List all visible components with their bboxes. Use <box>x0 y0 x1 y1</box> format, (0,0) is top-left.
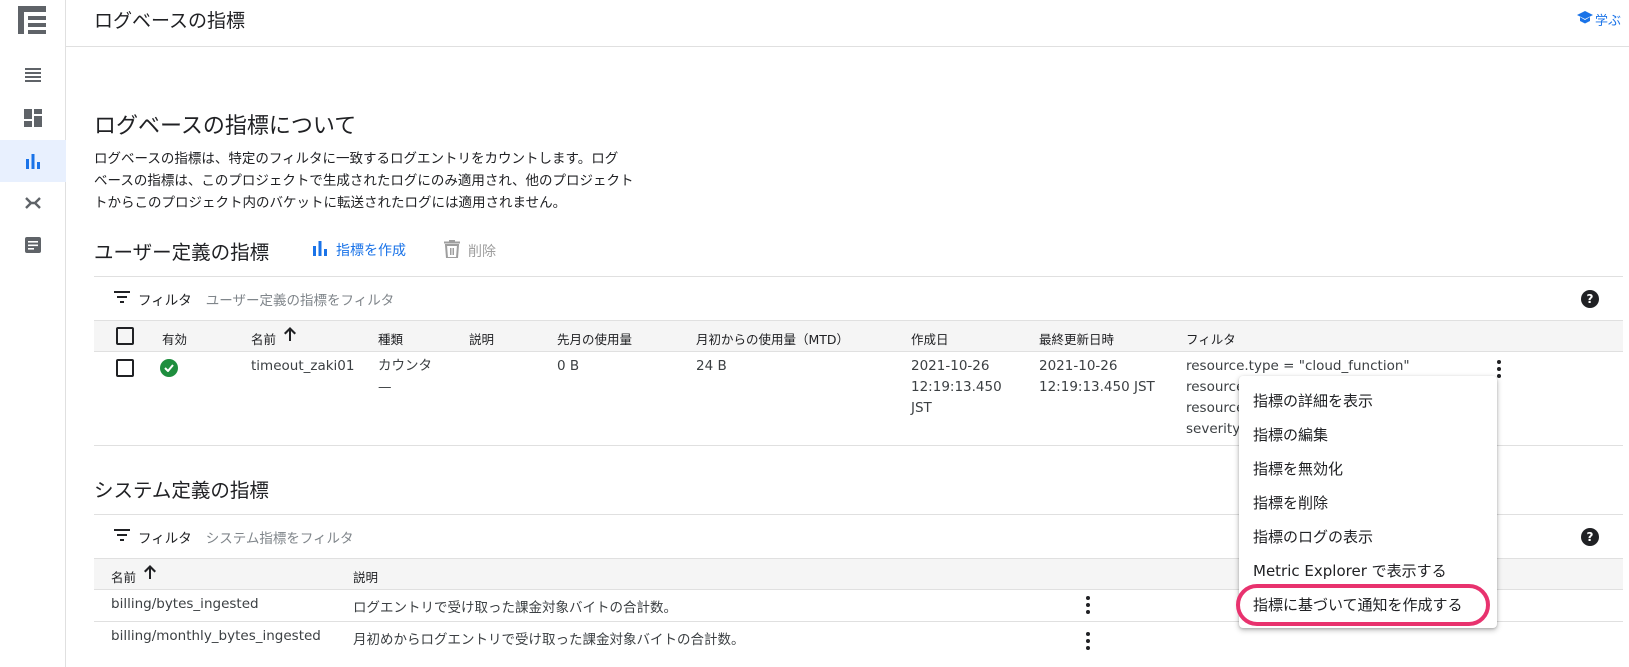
bar-chart-icon[interactable] <box>0 140 66 182</box>
system-metric-description: ログエントリで受け取った課金対象バイトの合計数。 <box>353 600 677 616</box>
metric-type: カウンタ — <box>378 356 432 398</box>
logs-explorer-icon[interactable] <box>0 54 66 96</box>
arrow-up-icon <box>144 565 156 582</box>
metric-updated: 2021-10-26 12:19:13.450 JST <box>1039 356 1155 398</box>
about-line: ベースの指標は、このプロジェクトで生成されたログにのみ適用され、他のプロジェクト <box>94 173 634 189</box>
trash-icon <box>444 240 460 262</box>
menu-create-alert[interactable]: 指標に基づいて通知を作成する <box>1239 588 1497 622</box>
more-vert-icon[interactable] <box>1086 596 1090 614</box>
learn-link[interactable]: 学ぶ <box>1576 10 1621 29</box>
user-table-header: 有効 名前 種類 説明 先月の使用量 月初からの使用量（MTD） 作成日 最終更… <box>94 320 1623 352</box>
filter-icon <box>114 290 130 307</box>
dashboard-icon[interactable] <box>0 97 66 139</box>
updated-line: 2021-10-26 <box>1039 358 1118 374</box>
help-icon[interactable]: ? <box>1581 528 1599 546</box>
metric-created: 2021-10-26 12:19:13.450 JST <box>911 356 1002 419</box>
col-name[interactable]: 名前 <box>111 567 136 586</box>
document-icon[interactable] <box>0 224 66 266</box>
filter-label: フィルタ <box>138 292 192 309</box>
created-line: JST <box>911 400 932 416</box>
metric-mtd: 24 B <box>696 358 727 374</box>
top-bar: ログベースの指標 学ぶ <box>66 0 1629 47</box>
system-metric-name[interactable]: billing/monthly_bytes_ingested <box>111 628 321 644</box>
about-line: トからこのプロジェクト内のバケットに転送されたログには適用されません。 <box>94 195 567 211</box>
about-line: ログベースの指標は、特定のフィルタに一致するログエントリをカウントします。ログ <box>94 151 619 167</box>
col-name-label: 名前 <box>251 332 277 347</box>
menu-metric-explorer[interactable]: Metric Explorer で表示する <box>1239 554 1497 588</box>
metric-last-month: 0 B <box>557 358 580 374</box>
col-description: 説明 <box>469 332 495 347</box>
graduation-cap-icon <box>1576 11 1593 28</box>
more-vert-icon[interactable] <box>1497 360 1501 378</box>
col-updated: 最終更新日時 <box>1039 332 1115 347</box>
col-enabled: 有効 <box>162 332 188 347</box>
updated-line: 12:19:13.450 JST <box>1039 379 1155 395</box>
router-icon[interactable] <box>0 182 66 224</box>
col-type: 種類 <box>378 332 404 347</box>
col-created: 作成日 <box>911 332 949 347</box>
create-metric-button[interactable]: 指標を作成 <box>312 240 406 260</box>
col-mtd: 月初からの使用量（MTD） <box>696 332 850 347</box>
metric-type-line: カウンタ <box>378 358 432 374</box>
menu-disable[interactable]: 指標を無効化 <box>1239 452 1497 486</box>
menu-view-logs[interactable]: 指標のログの表示 <box>1239 520 1497 554</box>
delete-metric-button[interactable]: 削除 <box>444 240 496 262</box>
delete-metric-label: 削除 <box>468 244 496 260</box>
col-description: 説明 <box>353 570 379 585</box>
filter-label: フィルタ <box>138 530 192 547</box>
system-defined-title: システム定義の指標 <box>94 479 269 502</box>
menu-view-details[interactable]: 指標の詳細を表示 <box>1239 384 1497 418</box>
system-metric-name[interactable]: billing/bytes_ingested <box>111 596 259 612</box>
about-title: ログベースの指標について <box>94 114 357 139</box>
created-line: 12:19:13.450 <box>911 379 1002 395</box>
metric-name[interactable]: timeout_zaki01 <box>251 356 354 377</box>
learn-label: 学ぶ <box>1594 14 1621 29</box>
user-defined-title: ユーザー定義の指標 <box>94 241 270 264</box>
user-filter-bar[interactable]: フィルタ ユーザー定義の指標をフィルタ ? <box>94 276 1623 320</box>
select-all-checkbox[interactable] <box>116 327 134 345</box>
menu-edit[interactable]: 指標の編集 <box>1239 418 1497 452</box>
filter-icon <box>114 528 130 545</box>
about-description: ログベースの指標は、特定のフィルタに一致するログエントリをカウントします。ログ … <box>94 148 664 214</box>
page-title: ログベースの指標 <box>94 10 246 32</box>
more-vert-icon[interactable] <box>1086 632 1090 650</box>
logging-logo-icon[interactable] <box>16 4 50 36</box>
bar-chart-icon <box>312 240 328 260</box>
system-metric-description: 月初めからログエントリで受け取った課金対象バイトの合計数。 <box>353 632 745 648</box>
help-icon[interactable]: ? <box>1581 290 1599 308</box>
created-line: 2021-10-26 <box>911 358 990 374</box>
filter-line: resource.type = "cloud_function" <box>1186 358 1410 374</box>
metric-context-menu: 指標の詳細を表示 指標の編集 指標を無効化 指標を削除 指標のログの表示 Met… <box>1239 376 1497 628</box>
menu-delete[interactable]: 指標を削除 <box>1239 486 1497 520</box>
filter-input[interactable]: システム指標をフィルタ <box>206 527 354 547</box>
metric-type-line: — <box>378 379 392 395</box>
col-name[interactable]: 名前 <box>251 329 276 348</box>
col-filter: フィルタ <box>1186 332 1236 347</box>
left-rail <box>0 0 66 667</box>
filter-input[interactable]: ユーザー定義の指標をフィルタ <box>206 289 394 309</box>
create-metric-label: 指標を作成 <box>336 243 406 259</box>
row-checkbox[interactable] <box>116 359 134 377</box>
check-circle-icon <box>160 359 178 377</box>
arrow-up-icon <box>284 327 296 344</box>
col-last-month: 先月の使用量 <box>557 332 633 347</box>
